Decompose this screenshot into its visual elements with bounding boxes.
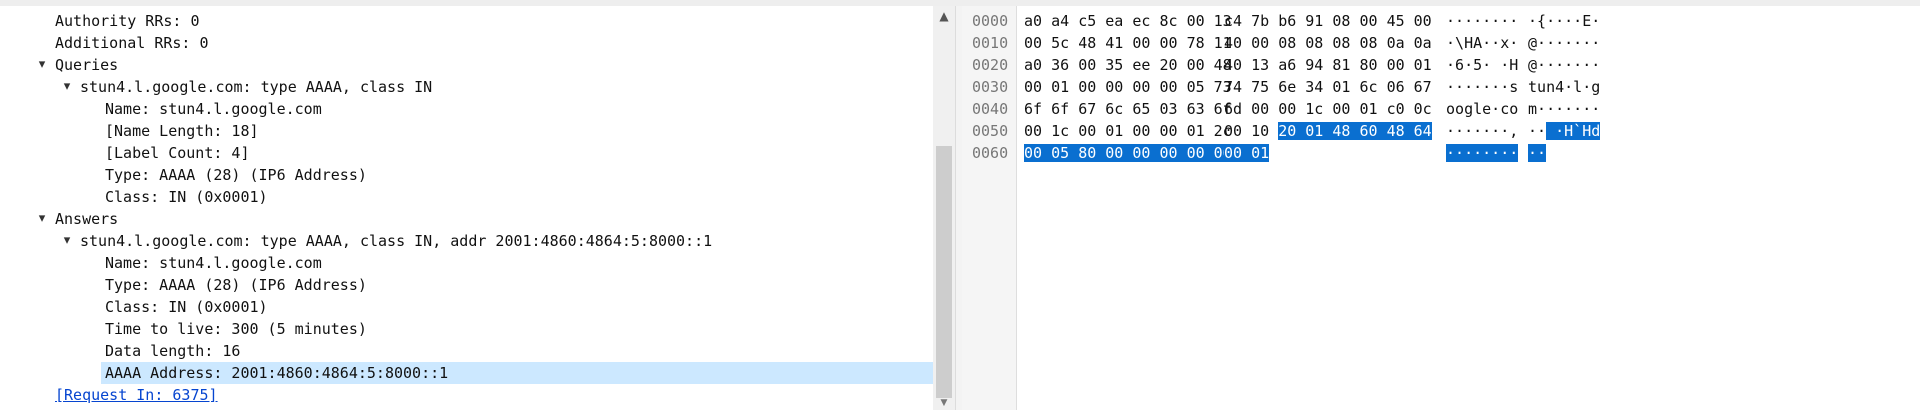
tree-row[interactable]: Class: IN (0x0001): [0, 296, 933, 318]
hex-bytes-right[interactable]: 6d 00 00 1c 00 01 c0 0c: [1224, 98, 1432, 120]
tree-row[interactable]: ▾ stun4.l.google.com: type AAAA, class IN…: [0, 230, 933, 252]
expand-arrow-icon[interactable]: ▾: [35, 208, 49, 230]
hex-bytes-left[interactable]: 00 05 80 00 00 00 00 00: [1024, 142, 1232, 164]
hex-bytes-right[interactable]: c4 7b b6 91 08 00 45 00: [1224, 10, 1432, 32]
tree-row-label: Name: stun4.l.google.com: [105, 100, 322, 118]
hex-bytes-left[interactable]: a0 a4 c5 ea ec 8c 00 13: [1024, 10, 1232, 32]
byte-offset: 0030: [972, 78, 1009, 96]
tree-row[interactable]: [Request In: 6375]: [0, 384, 933, 406]
ascii-bytes-right[interactable]: ·{····E·: [1528, 10, 1600, 32]
tree-row[interactable]: Additional RRs: 0: [0, 32, 933, 54]
ascii-bytes-right[interactable]: ··: [1528, 142, 1547, 164]
byte-offset: 0060: [972, 144, 1009, 162]
byte-offset: 0020: [972, 56, 1009, 74]
hex-bytes-right[interactable]: 40 00 08 08 08 08 0a 0a: [1224, 32, 1432, 54]
tree-row[interactable]: Time to live: 300 (5 minutes): [0, 318, 933, 340]
ascii-bytes-right[interactable]: @·······: [1528, 32, 1600, 54]
tree-row[interactable]: Name: stun4.l.google.com: [0, 252, 933, 274]
tree-row-label: stun4.l.google.com: type AAAA, class IN: [80, 78, 433, 96]
tree-row-label: Answers: [55, 210, 119, 228]
tree-row-label: Class: IN (0x0001): [105, 298, 268, 316]
expand-arrow-icon[interactable]: ▾: [35, 54, 49, 76]
hex-bytes-left[interactable]: 6f 6f 67 6c 65 03 63 6f: [1024, 98, 1232, 120]
packet-details-pane[interactable]: Authority RRs: 0 Additional RRs: 0 ▾ Querie…: [0, 6, 933, 410]
expand-arrow-icon[interactable]: ▾: [60, 230, 74, 252]
tree-row[interactable]: Data length: 16: [0, 340, 933, 362]
tree-row[interactable]: ▾ stun4.l.google.com: type AAAA, class IN: [0, 76, 933, 98]
tree-row-label: AAAA Address: 2001:4860:4864:5:8000::1: [105, 362, 455, 384]
hex-bytes-left[interactable]: 00 1c 00 01 00 00 01 2c: [1024, 120, 1232, 142]
tree-row-label: Queries: [55, 56, 119, 74]
packet-details-scrollbar[interactable]: ▲ ▼: [933, 6, 955, 410]
tree-row-label: Data length: 16: [105, 342, 241, 360]
tree-row[interactable]: Type: AAAA (28) (IP6 Address): [0, 274, 933, 296]
tree-row[interactable]: ▾ Answers: [0, 208, 933, 230]
scroll-down-icon[interactable]: ▼: [933, 398, 955, 410]
tree-row-label: Time to live: 300 (5 minutes): [105, 320, 367, 338]
tree-row-label: [Name Length: 18]: [105, 122, 259, 140]
ascii-bytes-left[interactable]: ·······s: [1446, 76, 1518, 98]
ascii-bytes-right[interactable]: tun4·l·g: [1528, 76, 1600, 98]
packet-bytes-pane[interactable]: 0000 0010 0020 0030 0040 0050 0060 a0 a4 c5 ea…: [962, 6, 1920, 410]
ascii-bytes-left[interactable]: ·······,: [1446, 120, 1518, 142]
hex-bytes-right[interactable]: 74 75 6e 34 01 6c 06 67: [1224, 76, 1432, 98]
ascii-bytes-right[interactable]: m·······: [1528, 98, 1600, 120]
tree-row-label: Name: stun4.l.google.com: [105, 254, 322, 272]
ascii-bytes-left[interactable]: ·\HA··x·: [1446, 32, 1518, 54]
request-in-link[interactable]: [Request In: 6375]: [55, 384, 224, 406]
tree-row[interactable]: Class: IN (0x0001): [0, 186, 933, 208]
tree-row[interactable]: [Label Count: 4]: [0, 142, 933, 164]
ascii-bytes-right[interactable]: @·······: [1528, 54, 1600, 76]
ascii-bytes-left[interactable]: ·6·5· ·H: [1446, 54, 1518, 76]
tree-row-label: stun4.l.google.com: type AAAA, class IN,…: [80, 232, 713, 250]
tree-row[interactable]: Name: stun4.l.google.com: [0, 98, 933, 120]
tree-row[interactable]: Type: AAAA (28) (IP6 Address): [0, 164, 933, 186]
scroll-up-icon[interactable]: ▲: [933, 6, 955, 26]
byte-offset: 0000: [972, 12, 1009, 30]
hex-bytes-right[interactable]: 40 13 a6 94 81 80 00 01: [1224, 54, 1432, 76]
tree-row-label: Type: AAAA (28) (IP6 Address): [105, 276, 367, 294]
tree-row-label: Authority RRs: 0: [55, 12, 200, 30]
ascii-bytes-left[interactable]: ········: [1446, 142, 1519, 164]
ascii-bytes-right[interactable]: ·· ·H`Hd: [1528, 120, 1601, 142]
byte-offset: 0040: [972, 100, 1009, 118]
hex-bytes-left[interactable]: 00 5c 48 41 00 00 78 11: [1024, 32, 1232, 54]
expand-arrow-icon[interactable]: ▾: [60, 76, 74, 98]
hex-bytes-right[interactable]: 00 01: [1224, 142, 1270, 164]
tree-row-label: Class: IN (0x0001): [105, 188, 268, 206]
byte-offset: 0050: [972, 122, 1009, 140]
hex-bytes-left[interactable]: a0 36 00 35 ee 20 00 48: [1024, 54, 1232, 76]
scrollbar-thumb[interactable]: [936, 146, 952, 398]
tree-row[interactable]: Authority RRs: 0: [0, 10, 933, 32]
hex-bytes-right[interactable]: 00 10 20 01 48 60 48 64: [1224, 120, 1432, 142]
offset-column: 0000 0010 0020 0030 0040 0050 0060: [962, 6, 1017, 410]
tree-row-selected[interactable]: AAAA Address: 2001:4860:4864:5:8000::1: [0, 362, 933, 384]
tree-row-label: [Label Count: 4]: [105, 144, 250, 162]
byte-offset: 0010: [972, 34, 1009, 52]
ascii-bytes-left[interactable]: oogle·co: [1446, 98, 1518, 120]
tree-row-label: Type: AAAA (28) (IP6 Address): [105, 166, 367, 184]
tree-row[interactable]: [Name Length: 18]: [0, 120, 933, 142]
tree-row-label: Additional RRs: 0: [55, 34, 209, 52]
tree-row[interactable]: ▾ Queries: [0, 54, 933, 76]
ascii-bytes-left[interactable]: ········: [1446, 10, 1518, 32]
hex-bytes-left[interactable]: 00 01 00 00 00 00 05 73: [1024, 76, 1232, 98]
